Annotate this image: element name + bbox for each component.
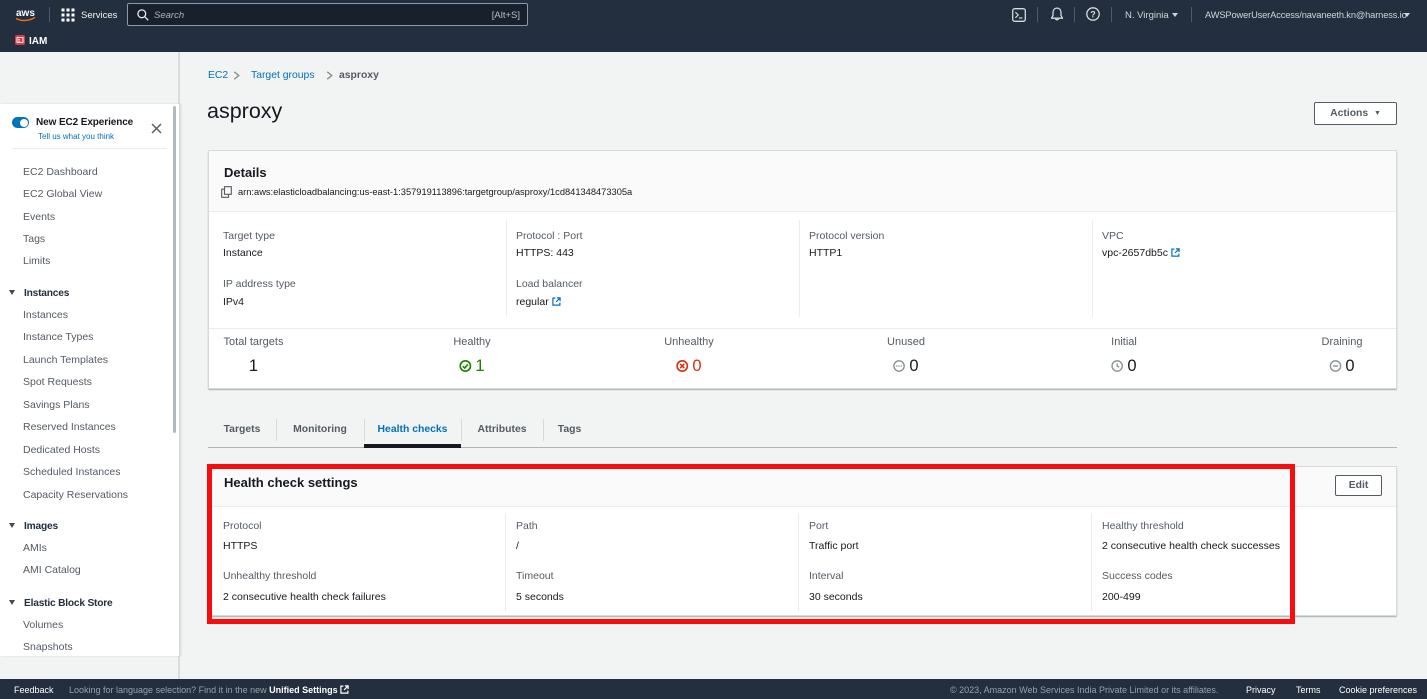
svg-text:aws: aws — [16, 8, 35, 19]
svg-text:?: ? — [1090, 9, 1096, 19]
